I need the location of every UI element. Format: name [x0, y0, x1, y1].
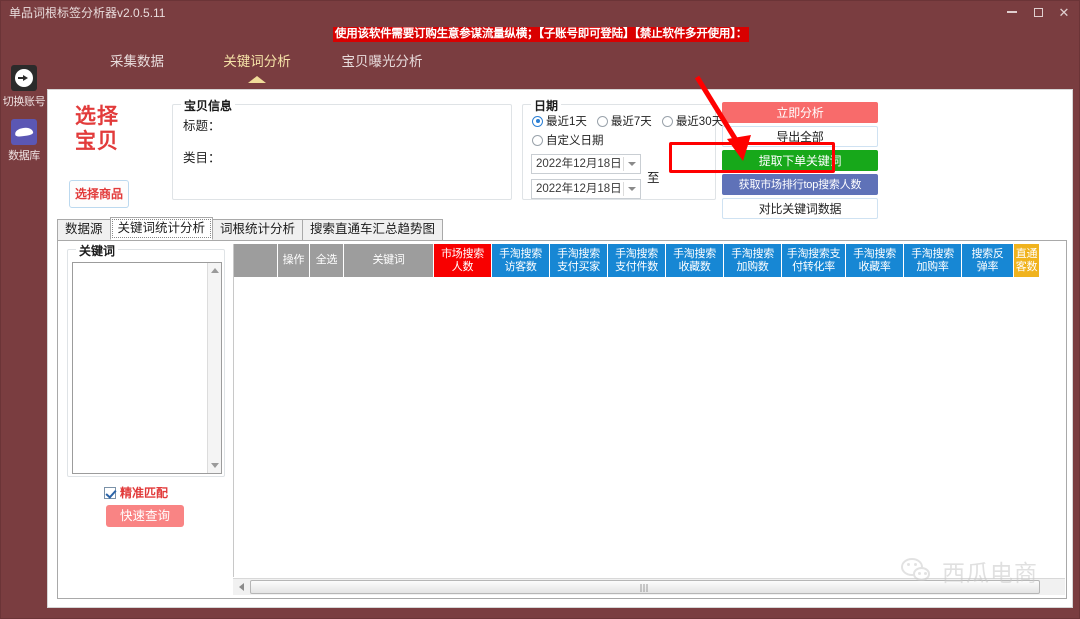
application-window: 单品词根标签分析器v2.0.5.11 ✕ 使用该软件需要订购生意参谋流量纵横；【…: [0, 0, 1080, 619]
grid-column-header[interactable]: 手淘搜索 访客数: [492, 244, 550, 277]
grid-column-header[interactable]: 手淘搜索 收藏数: [666, 244, 724, 277]
analyze-now-button[interactable]: 立即分析: [722, 102, 878, 123]
get-market-top-search-button[interactable]: 获取市场排行top搜索人数: [722, 174, 878, 195]
extract-order-keywords-button[interactable]: 提取下单关键词: [722, 150, 878, 171]
grid-column-header[interactable]: 全选: [310, 244, 344, 277]
keyword-input-textarea[interactable]: [72, 262, 222, 474]
radio-last-30-days-icon[interactable]: [661, 115, 673, 127]
select-goods-button[interactable]: 选择商品: [69, 180, 129, 208]
chevron-down-icon[interactable]: [628, 162, 636, 166]
sidebar-item-switch-account[interactable]: 切换账号: [1, 65, 47, 109]
radio-last-1-day-label[interactable]: 最近1天: [546, 113, 587, 129]
radio-custom-date-icon[interactable]: [532, 134, 543, 146]
grid-column-header[interactable]: 操作: [278, 244, 310, 277]
database-icon: [11, 119, 37, 145]
tab-keyword-statistics[interactable]: 关键词统计分析: [109, 217, 214, 240]
scroll-down-icon[interactable]: [211, 463, 219, 468]
active-tab-caret-icon: [248, 76, 266, 83]
keyword-statistics-panel: 关键词 精准匹配 快速查询 操作 全选 关键词 市场搜索 人数 手淘搜索 访客数 手淘搜索…: [57, 240, 1067, 599]
top-section: 选择 宝贝 选择商品 宝贝信息 标题： 类目： 日期 最近1天 最近7天 最近3…: [48, 90, 1074, 219]
title-bar: 单品词根标签分析器v2.0.5.11 ✕: [1, 1, 1079, 23]
left-sidebar: 切换账号 数据库: [1, 57, 47, 618]
scrollbar-thumb[interactable]: [250, 580, 1040, 594]
nav-tab-baby-exposure: 宝贝曝光分析: [341, 54, 423, 69]
custom-date-radio[interactable]: 自定义日期: [532, 132, 604, 148]
baby-info-legend: 宝贝信息: [181, 97, 236, 114]
grid-column-header[interactable]: 手淘搜索 加购数: [724, 244, 782, 277]
end-date-value: 2022年12月18日: [536, 183, 622, 195]
tab-root-word-statistics[interactable]: 词根统计分析: [212, 219, 304, 240]
radio-last-7-days-icon[interactable]: [596, 115, 608, 127]
grid-column-header[interactable]: 手淘搜索支 付转化率: [782, 244, 846, 277]
chevron-down-icon[interactable]: [628, 187, 636, 191]
exact-match-checkbox-icon[interactable]: [104, 486, 116, 499]
select-baby-line1: 选择: [75, 105, 119, 128]
maximize-button[interactable]: [1025, 1, 1051, 23]
grid-body: [234, 277, 1065, 553]
switch-account-icon: [11, 65, 37, 91]
sidebar-item-label: 数据库: [8, 150, 40, 162]
grid-column-header[interactable]: 关键词: [344, 244, 434, 277]
warning-banner: 使用该软件需要订购生意参谋流量纵横；【子账号即可登陆】【禁止软件多开使用】：: [1, 26, 1079, 42]
exact-match-checkbox-row[interactable]: 精准匹配: [104, 484, 168, 501]
nav-tab-keyword-analysis[interactable]: 关键词分析: [197, 47, 317, 77]
compare-keyword-data-button[interactable]: 对比关键词数据: [722, 198, 878, 219]
tab-search-trend-chart[interactable]: 搜索直通车汇总趋势图: [302, 219, 444, 240]
start-date-value: 2022年12月18日: [536, 158, 622, 170]
date-groupbox: 日期 最近1天 最近7天 最近30天 自定义日期 2022年12月18日 202…: [522, 97, 723, 200]
baby-info-groupbox: 宝贝信息 标题： 类目：: [172, 97, 512, 200]
baby-category-label: 类目：: [183, 151, 221, 165]
grid-header-row: 操作 全选 关键词 市场搜索 人数 手淘搜索 访客数 手淘搜索 支付买家 手淘搜索 支付件数…: [234, 244, 1065, 277]
nav-tab-collect-data[interactable]: 采集数据: [77, 47, 197, 77]
top-navigation: 采集数据 关键词分析 宝贝曝光分析: [47, 47, 1079, 87]
baby-title-label: 标题：: [183, 119, 221, 133]
keyword-legend: 关键词: [76, 242, 119, 259]
quick-query-button[interactable]: 快速查询: [106, 505, 184, 527]
main-content-panel: 选择 宝贝 选择商品 宝贝信息 标题： 类目： 日期 最近1天 最近7天 最近3…: [47, 89, 1073, 608]
start-date-field[interactable]: 2022年12月18日: [531, 154, 641, 174]
warning-banner-text: 使用该软件需要订购生意参谋流量纵横；【子账号即可登陆】【禁止软件多开使用】：: [332, 26, 750, 42]
app-title: 单品词根标签分析器v2.0.5.11: [9, 5, 166, 20]
radio-last-1-day-icon[interactable]: [532, 115, 543, 127]
radio-last-30-days-label[interactable]: 最近30天: [676, 113, 723, 129]
grid-column-header[interactable]: 手淘搜索 支付件数: [608, 244, 666, 277]
keyword-scrollbar[interactable]: [207, 263, 221, 473]
grid-column-header[interactable]: [234, 244, 278, 277]
action-button-column: 立即分析 导出全部 提取下单关键词 获取市场排行top搜索人数 对比关键词数据: [722, 102, 880, 222]
select-baby-block: 选择 宝贝 选择商品: [61, 104, 133, 208]
sub-tab-bar: 数据源 关键词统计分析 词根统计分析 搜索直通车汇总趋势图: [57, 217, 1067, 240]
grid-horizontal-scrollbar[interactable]: [233, 578, 1065, 595]
select-baby-line2: 宝贝: [75, 130, 119, 153]
export-all-button[interactable]: 导出全部: [722, 126, 878, 147]
radio-custom-date-label[interactable]: 自定义日期: [546, 132, 604, 148]
grid-column-header[interactable]: 手淘搜索 加购率: [904, 244, 962, 277]
scroll-up-icon[interactable]: [211, 268, 219, 273]
date-range-radio-group: 最近1天 最近7天 最近30天: [532, 113, 723, 129]
keyword-groupbox: 关键词: [67, 242, 225, 477]
results-data-grid: 操作 全选 关键词 市场搜索 人数 手淘搜索 访客数 手淘搜索 支付买家 手淘搜索 支付件数…: [233, 244, 1065, 577]
sidebar-item-database[interactable]: 数据库: [1, 119, 47, 163]
tab-data-source[interactable]: 数据源: [57, 219, 111, 240]
exact-match-label: 精准匹配: [120, 486, 169, 500]
date-legend: 日期: [531, 97, 562, 114]
radio-last-7-days-label[interactable]: 最近7天: [611, 113, 652, 129]
scroll-left-icon[interactable]: [233, 580, 249, 595]
grid-column-header[interactable]: 搜索反 弹率: [962, 244, 1014, 277]
grid-column-header[interactable]: 手淘搜索 支付买家: [550, 244, 608, 277]
grid-column-header[interactable]: 市场搜索 人数: [434, 244, 492, 277]
date-separator-label: 至: [647, 171, 660, 185]
grid-column-header[interactable]: 直通 客数: [1014, 244, 1040, 277]
minimize-button[interactable]: [999, 1, 1025, 23]
sidebar-item-label: 切换账号: [2, 96, 46, 108]
window-controls: ✕: [999, 1, 1077, 23]
end-date-field[interactable]: 2022年12月18日: [531, 179, 641, 199]
grid-column-header[interactable]: 手淘搜索 收藏率: [846, 244, 904, 277]
close-button[interactable]: ✕: [1051, 1, 1077, 23]
